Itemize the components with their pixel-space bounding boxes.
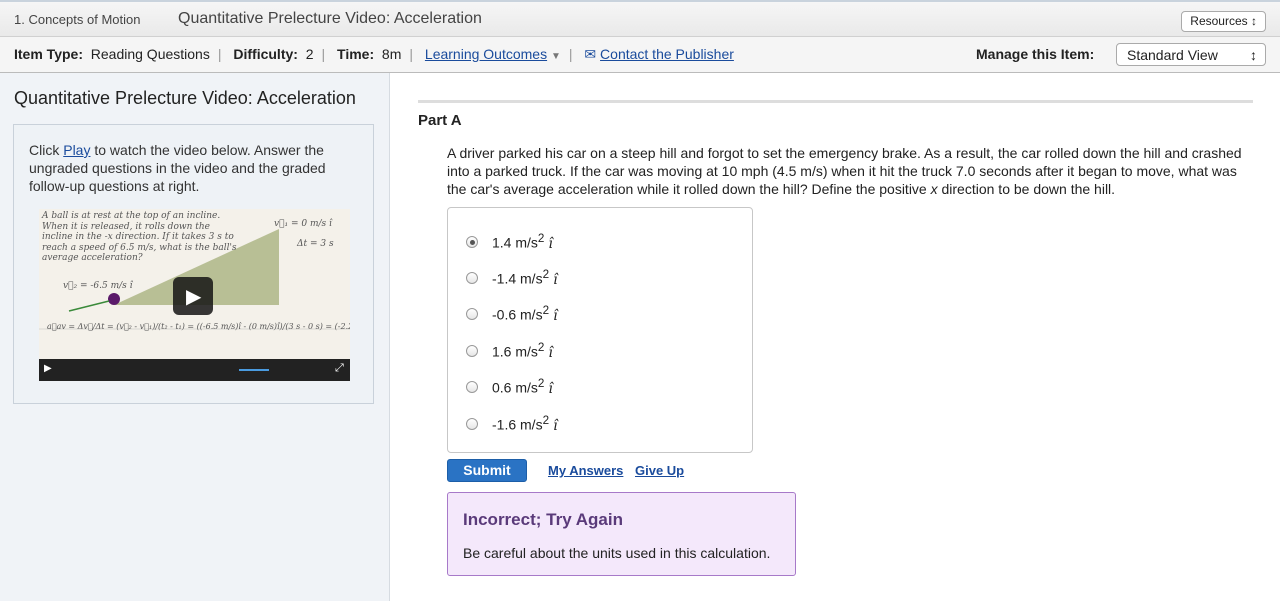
unit-vector: î — [548, 235, 553, 252]
feedback-message: Be careful about the units used in this … — [463, 545, 771, 561]
option-value: 1.6 m/s — [492, 343, 538, 360]
option-value: -1.4 m/s — [492, 270, 543, 287]
envelope-icon: ✉ — [584, 46, 597, 62]
answer-option[interactable]: 1.4 m/s2 î — [466, 232, 553, 252]
intro-text: Click — [29, 142, 64, 158]
option-label: 1.4 m/s2 î — [492, 232, 553, 252]
video-controls[interactable]: ▶ ⤢ — [39, 359, 350, 381]
unit-sup: 2 — [542, 414, 550, 427]
divider — [418, 100, 1253, 103]
play-icon[interactable]: ▶ — [44, 363, 52, 374]
option-value: 1.4 m/s — [492, 234, 538, 251]
resources-dropdown[interactable]: Resources ↕ — [1181, 11, 1266, 32]
radio-button[interactable] — [466, 235, 478, 248]
video-box: Click Play to watch the video below. Ans… — [13, 124, 374, 404]
item-type: Reading Questions — [90, 46, 210, 62]
feedback-box: Incorrect; Try Again Be careful about th… — [447, 492, 796, 576]
answer-option[interactable]: -1.4 m/s2 î — [466, 268, 558, 288]
time: 8m — [381, 46, 402, 62]
fullscreen-icon[interactable]: ⤢ — [335, 362, 344, 375]
answer-option[interactable]: -1.6 m/s2 î — [466, 414, 558, 434]
answer-option[interactable]: 1.6 m/s2 î — [466, 341, 553, 361]
view-value: Standard View — [1127, 47, 1218, 63]
video-instructions: Click Play to watch the video below. Ans… — [29, 141, 349, 195]
unit-sup: 2 — [542, 304, 550, 317]
manage-label: Manage this Item: — [976, 46, 1095, 62]
answer-options: 1.4 m/s2 î -1.4 m/s2 î -0.6 m/s2 î 1.6 m/s2… — [447, 207, 753, 453]
video-player[interactable]: A ball is at rest at the top of an incli… — [39, 209, 350, 381]
play-button[interactable]: ▶ — [173, 277, 213, 315]
part-label: Part A — [418, 112, 462, 129]
radio-button[interactable] — [466, 380, 478, 393]
unit-vector: î — [553, 307, 558, 324]
unit-vector: î — [553, 417, 558, 434]
question-var: x — [930, 181, 938, 197]
contact-publisher-link[interactable]: Contact the Publisher — [600, 46, 734, 62]
radio-button[interactable] — [466, 344, 478, 357]
unit-sup: 2 — [537, 341, 545, 354]
unit-vector: î — [553, 271, 558, 288]
question-text: A driver parked his car on a steep hill … — [447, 144, 1257, 198]
option-label: -1.6 m/s2 î — [492, 414, 558, 434]
unit-sup: 2 — [542, 268, 550, 281]
unit-sup: 2 — [537, 232, 545, 245]
question-panel: Part A A driver parked his car on a stee… — [390, 73, 1280, 601]
difficulty: 2 — [305, 46, 314, 62]
feedback-title: Incorrect; Try Again — [463, 510, 623, 529]
radio-button[interactable] — [466, 307, 478, 320]
time-label: Time: — [337, 46, 375, 62]
option-label: -0.6 m/s2 î — [492, 304, 558, 324]
unit-vector: î — [548, 380, 553, 397]
option-value: -0.6 m/s — [492, 306, 543, 323]
video-dt: Δt = 3 s — [297, 239, 334, 249]
radio-button[interactable] — [466, 417, 478, 430]
option-label: -1.4 m/s2 î — [492, 268, 558, 288]
play-link[interactable]: Play — [63, 142, 90, 158]
option-label: 0.6 m/s2 î — [492, 377, 553, 397]
video-equation: a⃗av = Δv⃗/Δt = (v⃗₂ - v⃗₁)/(t₂ - t₁) = … — [47, 322, 350, 331]
radio-button[interactable] — [466, 271, 478, 284]
breadcrumb-parent[interactable]: 1. Concepts of Motion — [14, 12, 140, 27]
learning-outcomes-link[interactable]: Learning Outcomes — [425, 46, 547, 62]
submit-button[interactable]: Submit — [447, 459, 527, 482]
unit-vector: î — [548, 344, 553, 361]
play-icon: ▶ — [186, 286, 202, 308]
answer-option[interactable]: 0.6 m/s2 î — [466, 377, 553, 397]
difficulty-label: Difficulty: — [233, 46, 298, 62]
option-value: -1.6 m/s — [492, 416, 543, 433]
item-meta-bar: Item Type: Reading Questions | Difficulty… — [0, 37, 1280, 73]
volume-slider[interactable] — [239, 369, 269, 371]
view-select[interactable]: Standard View ↕ — [1116, 43, 1266, 66]
video-v1: v⃗₁ = 0 m/s î — [274, 219, 332, 229]
breadcrumb-current: Quantitative Prelecture Video: Accelerat… — [178, 10, 482, 27]
resources-label: Resources — [1190, 14, 1248, 28]
option-value: 0.6 m/s — [492, 379, 538, 396]
give-up-link[interactable]: Give Up — [635, 463, 684, 478]
caret-down-icon: ▼ — [550, 51, 561, 62]
updown-icon: ↕ — [1251, 14, 1257, 28]
unit-sup: 2 — [537, 377, 545, 390]
question-text-part: A driver parked his car on a steep hill … — [447, 145, 1242, 197]
updown-icon: ↕ — [1250, 47, 1257, 63]
video-v2: v⃗₂ = -6.5 m/s î — [63, 281, 133, 291]
video-title: Quantitative Prelecture Video: Accelerat… — [14, 88, 356, 108]
my-answers-link[interactable]: My Answers — [548, 463, 623, 478]
option-label: 1.6 m/s2 î — [492, 341, 553, 361]
question-text-part: direction to be down the hill. — [937, 181, 1116, 197]
item-type-label: Item Type: — [14, 46, 83, 62]
left-panel: Quantitative Prelecture Video: Accelerat… — [0, 73, 390, 601]
breadcrumb-bar: 1. Concepts of Motion Quantitative Prele… — [0, 0, 1280, 37]
answer-option[interactable]: -0.6 m/s2 î — [466, 304, 558, 324]
video-question-text: A ball is at rest at the top of an incli… — [42, 211, 237, 263]
